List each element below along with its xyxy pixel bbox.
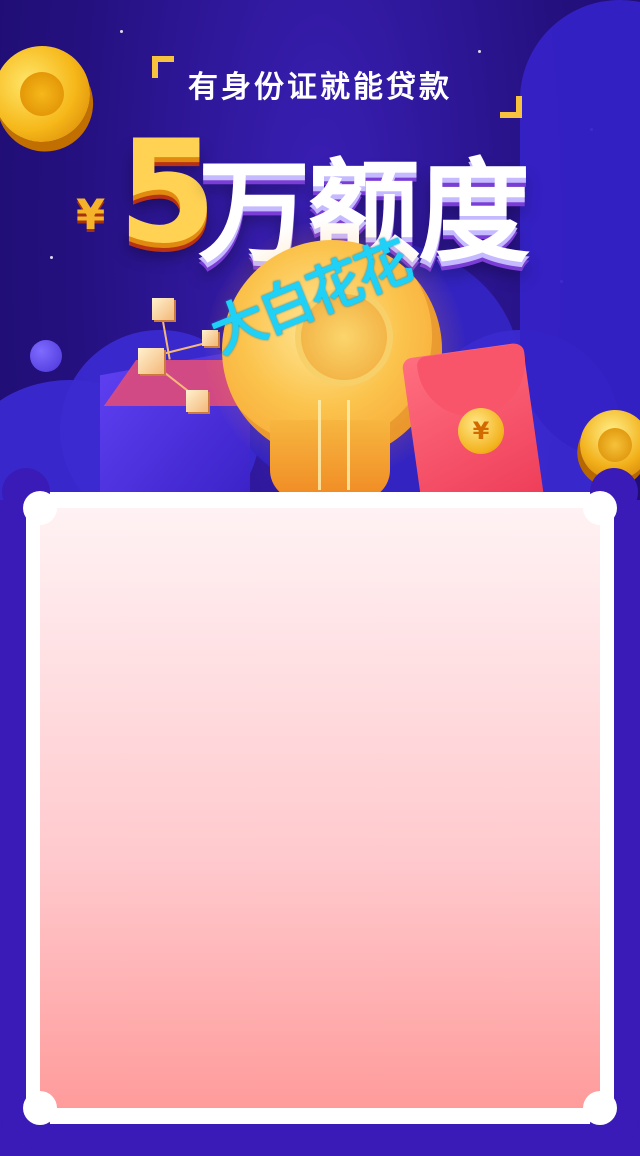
star-sparkle <box>50 256 53 259</box>
cube-icon <box>152 298 174 320</box>
star-sparkle <box>478 50 481 53</box>
purple-ball-decoration <box>30 340 62 372</box>
panel-inner-corner <box>583 491 617 525</box>
slogan-text: 有身份证就能贷款 <box>188 70 452 105</box>
panel-inner-corner <box>23 491 57 525</box>
content-panel <box>40 508 600 1108</box>
star-sparkle <box>120 30 123 33</box>
panel-inner-corner <box>23 1091 57 1125</box>
currency-symbol: ¥ <box>76 190 106 239</box>
panel-inner-corner <box>583 1091 617 1125</box>
loan-poster: 有身份证就能贷款 ¥ 5 万额度 ¥ 大白花花 <box>0 0 640 1156</box>
cube-icon <box>138 348 164 374</box>
yen-coin-icon: ¥ <box>458 408 504 454</box>
lightbulb-filament <box>318 400 350 490</box>
cube-icon <box>186 390 208 412</box>
